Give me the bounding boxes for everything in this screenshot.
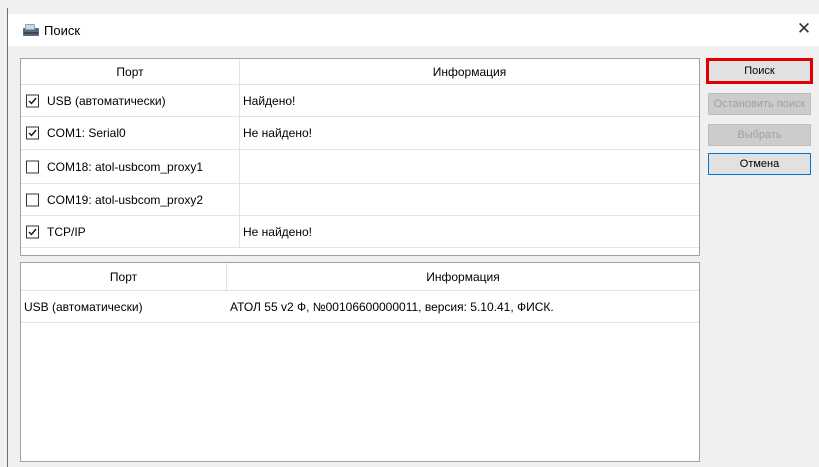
table-row[interactable]: COM18: atol-usbcom_proxy1 [21, 150, 699, 184]
ports-table: Порт Информация USB (автоматически) Найде… [20, 58, 700, 256]
table-row[interactable]: COM1: Serial0 Не найдено! [21, 117, 699, 150]
close-icon[interactable]: ✕ [793, 18, 815, 40]
window-edge [7, 8, 8, 467]
window-title: Поиск [44, 23, 81, 38]
search-button-highlight [706, 58, 813, 84]
ports-table-header: Порт Информация [21, 59, 699, 85]
table-row[interactable]: TCP/IP Не найдено! [21, 216, 699, 248]
checkbox-checked[interactable] [26, 225, 39, 238]
checkbox[interactable] [26, 160, 39, 173]
column-header-info: Информация [426, 269, 500, 284]
title-bar: Поиск ✕ [8, 14, 819, 46]
checkbox-checked[interactable] [26, 94, 39, 107]
checkbox[interactable] [26, 193, 39, 206]
column-header-port: Порт [109, 269, 138, 284]
column-header-info: Информация [432, 64, 507, 79]
table-row[interactable]: USB (автоматически) АТОЛ 55 v2 Ф, №001066… [21, 291, 699, 323]
results-table-header: Порт Информация [21, 263, 699, 291]
port-name: TCP/IP [47, 224, 86, 239]
table-row[interactable]: USB (автоматически) Найдено! [21, 85, 699, 117]
cancel-button[interactable]: Отмена [708, 153, 811, 175]
port-name: COM19: atol-usbcom_proxy2 [47, 192, 204, 207]
port-info: Не найдено! [243, 224, 312, 239]
app-icon [22, 23, 40, 37]
port-name: USB (автоматически) [47, 93, 166, 108]
checkbox-checked[interactable] [26, 126, 39, 140]
port-name: USB (автоматически) [24, 299, 143, 314]
select-button[interactable]: Выбрать [708, 124, 811, 146]
port-info: Найдено! [243, 93, 296, 108]
device-info: АТОЛ 55 v2 Ф, №00106600000011, версия: 5… [230, 299, 554, 314]
port-info: Не найдено! [243, 126, 312, 140]
port-name: COM18: atol-usbcom_proxy1 [47, 159, 204, 174]
search-dialog: Поиск ✕ Порт Информация USB (автоматичес… [0, 0, 819, 467]
results-table: Порт Информация USB (автоматически) АТОЛ … [20, 262, 700, 462]
table-row[interactable]: COM19: atol-usbcom_proxy2 [21, 184, 699, 216]
stop-search-button[interactable]: Остановить поиск [708, 93, 811, 115]
column-header-port: Порт [116, 64, 144, 79]
port-name: COM1: Serial0 [47, 126, 126, 140]
